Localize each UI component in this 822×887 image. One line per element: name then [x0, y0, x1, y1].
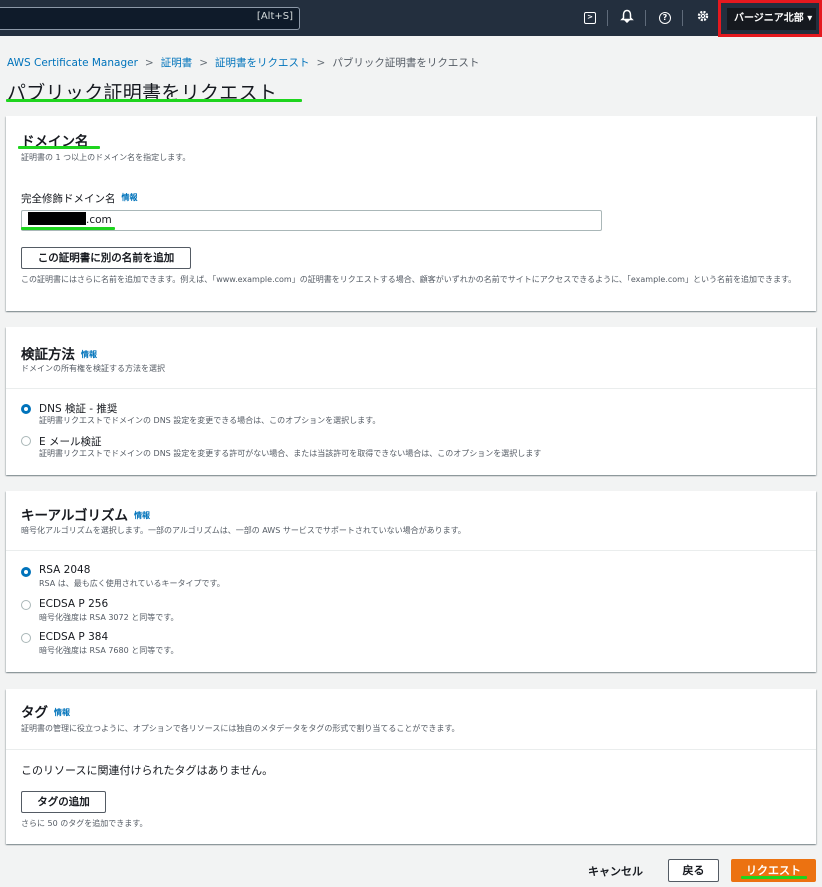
validation-method-panel: 検証方法 情報 ドメインの所有権を検証する方法を選択 DNS 検証 - 推奨 証明…: [6, 327, 816, 475]
validation-panel-title-text: 検証方法: [21, 347, 75, 363]
breadcrumb-separator: >: [144, 57, 154, 69]
breadcrumb-separator: >: [316, 57, 326, 69]
tags-panel-description: 証明書の管理に役立つように、オプションで各リソースには独自のメタデータをタグの形…: [21, 724, 460, 733]
algorithm-panel-title-text: キーアルゴリズム: [21, 508, 129, 524]
fqdn-info-link[interactable]: 情報: [122, 193, 138, 202]
dns-validation-label[interactable]: DNS 検証 - 推奨: [39, 401, 117, 416]
algorithm-info-link[interactable]: 情報: [134, 511, 150, 520]
rsa-2048-description: RSA は、最も広く使用されているキータイプです。: [39, 579, 225, 588]
add-tag-button[interactable]: タグの追加: [21, 791, 106, 813]
domain-panel-description: 証明書の 1 つ以上のドメイン名を指定します。: [21, 153, 191, 162]
title-annotation-underline: [6, 99, 302, 102]
domain-title-annotation-underline: [18, 146, 100, 149]
rsa-2048-label[interactable]: RSA 2048: [39, 564, 90, 576]
domain-suffix: .com: [86, 214, 112, 226]
request-annotation-underline: [741, 876, 807, 879]
dns-validation-description: 証明書リクエストでドメインの DNS 設定を変更できる場合は、このオプションを選…: [39, 416, 381, 425]
email-validation-radio[interactable]: [21, 436, 31, 446]
add-another-name-button[interactable]: この証明書に別の名前を追加: [21, 247, 191, 269]
domain-input-annotation-underline: [21, 227, 115, 230]
redacted-domain: [28, 212, 86, 225]
breadcrumb-separator: >: [199, 57, 209, 69]
tags-panel: タグ 情報 証明書の管理に役立つように、オプションで各リソースには独自のメタデータ…: [6, 689, 816, 844]
ecdsa-p256-description: 暗号化強度は RSA 3072 と同等です。: [39, 613, 179, 622]
search-input[interactable]: [Alt+S]: [0, 7, 300, 30]
email-validation-description: 証明書リクエストでドメインの DNS 設定を変更する許可がない場合、または当該許…: [39, 449, 542, 458]
ecdsa-p256-label[interactable]: ECDSA P 256: [39, 598, 108, 610]
tags-panel-title: タグ 情報: [21, 701, 70, 721]
settings-icon[interactable]: [694, 9, 712, 27]
breadcrumb-certificates[interactable]: 証明書: [161, 55, 193, 70]
panel-divider: [6, 749, 816, 750]
validation-info-link[interactable]: 情報: [81, 350, 97, 359]
notifications-icon[interactable]: [618, 9, 636, 27]
panel-divider: [6, 550, 816, 551]
toolbar-divider: [607, 10, 608, 26]
fqdn-label: 完全修飾ドメイン名 情報: [21, 191, 138, 206]
ecdsa-p256-radio[interactable]: [21, 600, 31, 610]
algorithm-panel-title: キーアルゴリズム 情報: [21, 504, 150, 524]
toolbar-divider: [645, 10, 646, 26]
tag-limit-hint: さらに 50 のタグを追加できます。: [21, 819, 148, 828]
email-validation-label[interactable]: E メール検証: [39, 434, 101, 449]
cloudshell-icon[interactable]: >: [584, 12, 596, 24]
cancel-button[interactable]: キャンセル: [588, 863, 643, 879]
add-name-hint: この証明書にはさらに名前を追加できます。例えば、「www.example.com…: [21, 275, 797, 284]
top-navigation-bar: [Alt+S] > ? バージニア北部 ▾: [0, 0, 822, 37]
fqdn-label-text: 完全修飾ドメイン名: [21, 193, 116, 205]
ecdsa-p384-radio[interactable]: [21, 633, 31, 643]
ecdsa-p384-description: 暗号化強度は RSA 7680 と同等です。: [39, 646, 179, 655]
rsa-2048-radio[interactable]: [21, 567, 31, 577]
breadcrumb-acm[interactable]: AWS Certificate Manager: [7, 57, 138, 69]
algorithm-panel-description: 暗号化アルゴリズムを選択します。一部のアルゴリズムは、一部の AWS サービスで…: [21, 526, 466, 535]
breadcrumb-request-certificate[interactable]: 証明書をリクエスト: [215, 55, 310, 70]
toolbar-divider: [682, 10, 683, 26]
no-tags-message: このリソースに関連付けられたタグはありません。: [21, 764, 274, 777]
dns-validation-radio[interactable]: [21, 404, 31, 414]
tags-info-link[interactable]: 情報: [54, 708, 70, 717]
breadcrumb: AWS Certificate Manager > 証明書 > 証明書をリクエスト > パブ…: [7, 55, 479, 70]
back-button[interactable]: 戻る: [668, 859, 719, 882]
region-selector[interactable]: バージニア北部 ▾: [727, 8, 816, 30]
validation-panel-title: 検証方法 情報: [21, 343, 97, 363]
search-shortcut-hint: [Alt+S]: [256, 11, 293, 22]
domain-name-panel: ドメイン名 証明書の 1 つ以上のドメイン名を指定します。 完全修飾ドメイン名情…: [6, 116, 816, 311]
help-icon[interactable]: ?: [659, 12, 671, 24]
tags-panel-title-text: タグ: [21, 705, 48, 721]
validation-panel-description: ドメインの所有権を検証する方法を選択: [21, 364, 165, 373]
key-algorithm-panel: キーアルゴリズム 情報 暗号化アルゴリズムを選択します。一部のアルゴリズムは、一部…: [6, 491, 816, 672]
breadcrumb-current: パブリック証明書をリクエスト: [332, 57, 480, 69]
ecdsa-p384-label[interactable]: ECDSA P 384: [39, 631, 108, 643]
panel-divider: [6, 388, 816, 389]
